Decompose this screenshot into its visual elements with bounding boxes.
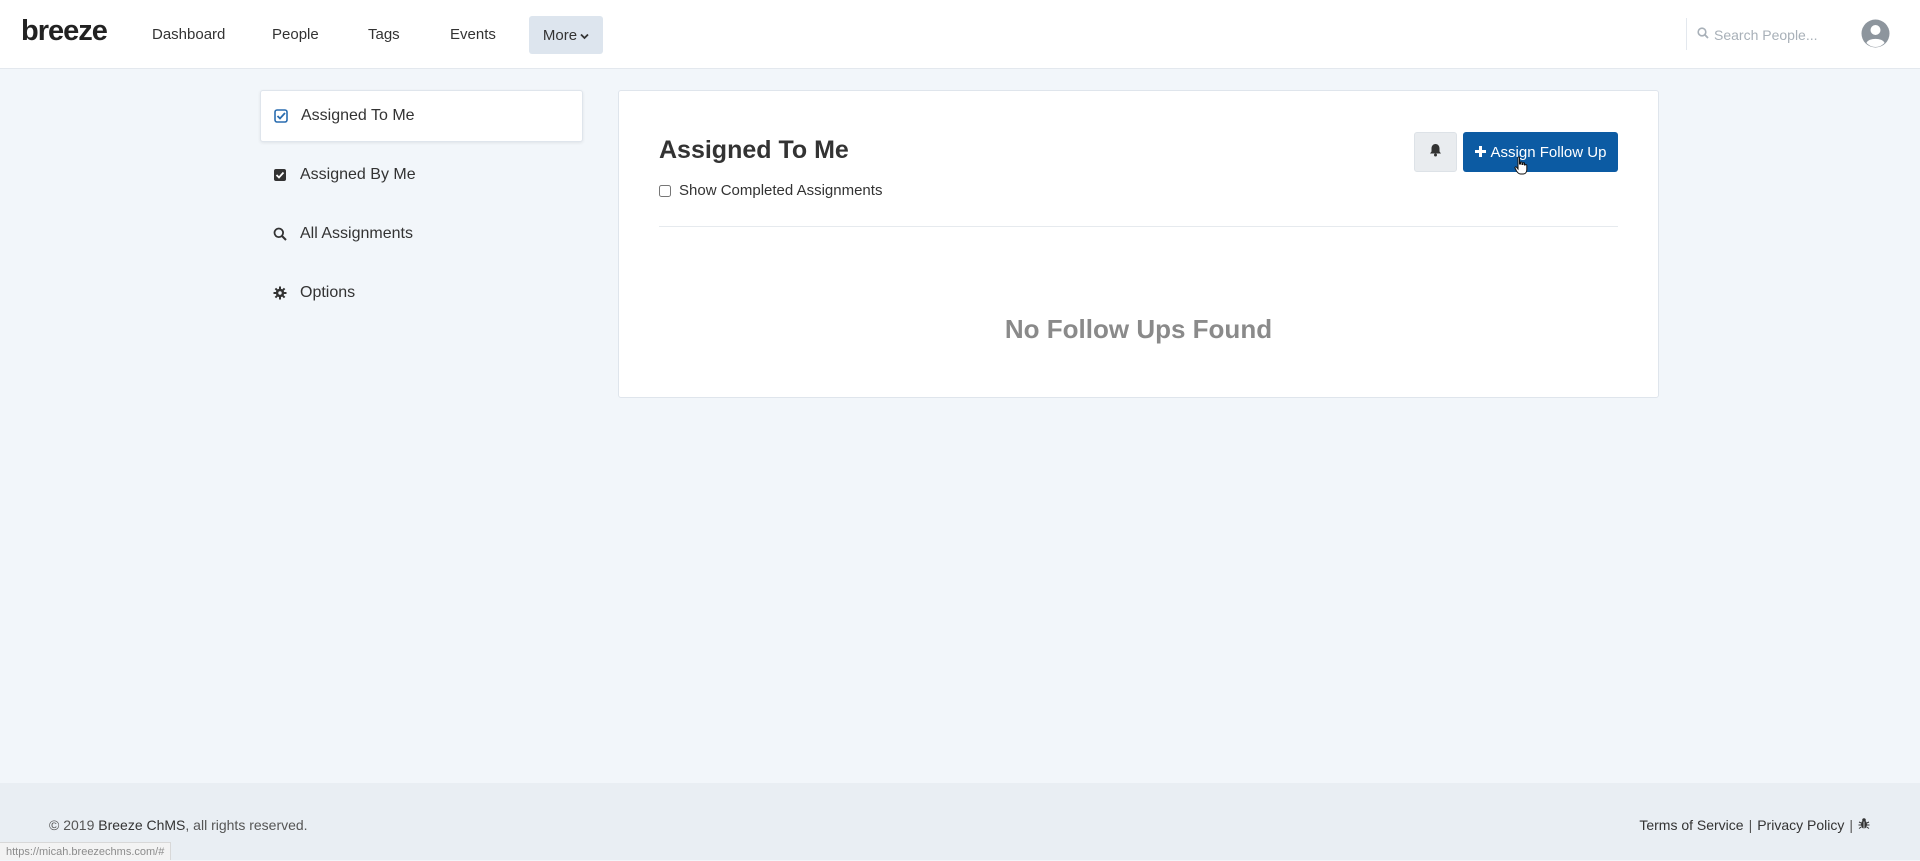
sidebar-item-all-assignments[interactable]: All Assignments <box>260 208 583 260</box>
status-bar-url: https://micah.breezechms.com/# <box>0 842 172 860</box>
notifications-button[interactable] <box>1414 132 1457 172</box>
bell-icon <box>1429 143 1442 162</box>
copyright-suffix: , all rights reserved. <box>185 817 308 833</box>
sidebar-item-assigned-to-me[interactable]: Assigned To Me <box>260 90 583 142</box>
plus-icon <box>1474 144 1486 161</box>
sidebar-item-label: All Assignments <box>300 225 413 242</box>
nav-dashboard[interactable]: Dashboard <box>152 26 225 43</box>
assign-follow-up-label: Assign Follow Up <box>1490 143 1607 161</box>
brand-link[interactable]: Breeze ChMS <box>98 817 185 833</box>
sidebar-item-assigned-by-me[interactable]: Assigned By Me <box>260 149 583 201</box>
nav-people[interactable]: People <box>272 26 319 43</box>
nav-divider <box>1686 18 1687 50</box>
breeze-logo[interactable]: breeze <box>21 15 108 48</box>
assign-follow-up-button[interactable]: Assign Follow Up <box>1463 132 1618 172</box>
copyright-prefix: © 2019 <box>49 817 99 833</box>
nav-more-label: More <box>542 26 578 44</box>
bug-report-icon[interactable] <box>1858 817 1870 833</box>
gear-icon <box>272 285 288 301</box>
footer-links: Terms of Service | Privacy Policy | <box>1639 817 1870 833</box>
show-completed-toggle[interactable]: Show Completed Assignments <box>659 182 882 199</box>
hand-cursor-icon <box>1514 156 1528 176</box>
page-title: Assigned To Me <box>659 136 849 164</box>
sidebar-item-label: Assigned By Me <box>300 166 416 183</box>
nav-events[interactable]: Events <box>450 26 496 43</box>
sidebar-item-label: Assigned To Me <box>301 107 415 124</box>
footer: © 2019 Breeze ChMS, all rights reserved.… <box>0 783 1920 860</box>
search-icon <box>272 226 288 242</box>
assignments-panel: Assigned To Me Show Completed Assignment… <box>618 90 1659 398</box>
privacy-link[interactable]: Privacy Policy <box>1757 817 1844 833</box>
terms-link[interactable]: Terms of Service <box>1639 817 1743 833</box>
nav-tags[interactable]: Tags <box>368 26 400 43</box>
show-completed-checkbox[interactable] <box>659 184 671 197</box>
people-search[interactable] <box>1697 24 1827 46</box>
divider <box>659 226 1618 227</box>
nav-more-dropdown[interactable]: More <box>529 16 603 54</box>
check-square-icon <box>273 108 289 124</box>
separator: | <box>1849 817 1853 833</box>
chevron-down-icon <box>580 27 589 44</box>
empty-state-message: No Follow Ups Found <box>1004 314 1273 344</box>
search-icon <box>1697 26 1709 44</box>
show-completed-label: Show Completed Assignments <box>679 182 883 199</box>
top-navbar: breeze Dashboard People Tags Events More <box>0 0 1920 69</box>
separator: | <box>1748 817 1753 833</box>
sidebar-item-label: Options <box>300 284 356 301</box>
search-people-input[interactable] <box>1714 27 1824 43</box>
user-avatar-icon[interactable] <box>1861 19 1890 48</box>
sidebar-item-options[interactable]: Options <box>260 267 583 319</box>
check-square-filled-icon <box>272 167 288 183</box>
copyright: © 2019 Breeze ChMS, all rights reserved. <box>49 817 308 833</box>
